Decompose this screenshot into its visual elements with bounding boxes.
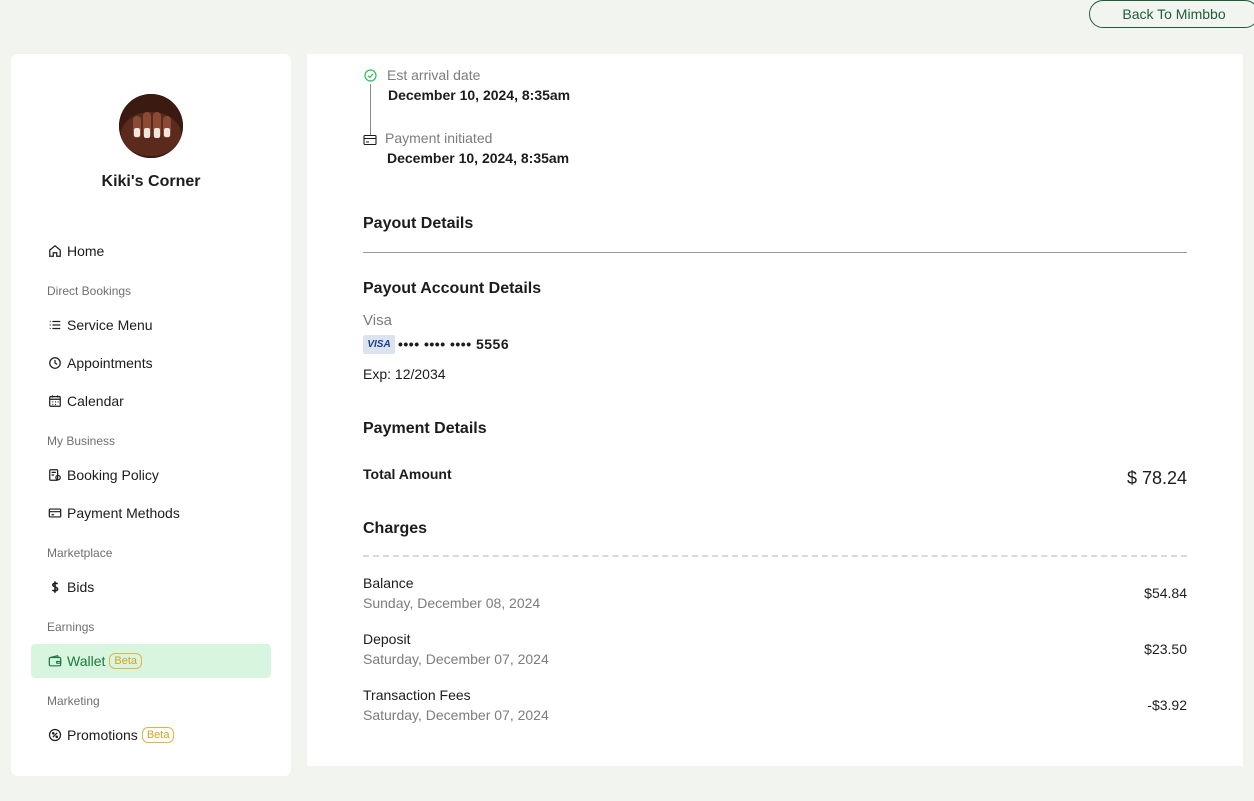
back-to-mimbbo-button[interactable]: Back To Mimbbo [1089, 0, 1254, 28]
sidebar-item-label: Booking Policy [67, 467, 159, 483]
payment-details-title: Payment Details [363, 420, 487, 437]
sidebar-item-appointments[interactable]: Appointments [47, 352, 153, 374]
timeline-connector [370, 84, 371, 136]
charge-amount: $54.84 [1144, 585, 1187, 601]
payout-details-title: Payout Details [363, 215, 474, 232]
charge-date: Sunday, December 08, 2024 [363, 595, 541, 611]
calendar-icon [47, 393, 63, 409]
wallet-icon [47, 653, 63, 669]
payout-detail-panel: Est arrival date December 10, 2024, 8:35… [307, 54, 1243, 766]
charge-name: Transaction Fees [363, 687, 471, 703]
charge-name: Balance [363, 575, 414, 591]
charge-amount: $23.50 [1144, 641, 1187, 657]
payment-initiated-value: December 10, 2024, 8:35am [387, 150, 570, 166]
total-amount-label: Total Amount [363, 466, 452, 482]
sidebar-item-home[interactable]: Home [47, 240, 104, 262]
business-name: Kiki's Corner [101, 173, 201, 190]
est-arrival-value: December 10, 2024, 8:35am [388, 87, 571, 103]
total-amount-value: $ 78.24 [1126, 468, 1187, 488]
beta-badge: Beta [109, 653, 143, 669]
section-direct-bookings: Direct Bookings [47, 284, 132, 298]
sidebar-item-booking-policy[interactable]: Booking Policy [47, 464, 159, 486]
payout-account-title: Payout Account Details [363, 280, 542, 297]
section-my-business: My Business [47, 434, 116, 448]
sidebar-item-label: Payment Methods [67, 505, 180, 521]
card-number: •••• •••• •••• 5556 [398, 336, 510, 352]
dollar-icon [47, 579, 63, 595]
sidebar-item-label: Calendar [67, 393, 124, 409]
sidebar-item-label: Service Menu [67, 317, 153, 333]
sidebar-item-label: Bids [67, 579, 95, 595]
list-icon [47, 317, 63, 333]
home-icon [47, 243, 63, 259]
charge-name: Deposit [363, 631, 411, 647]
card-expiry: Exp: 12/2034 [363, 366, 446, 382]
sidebar-item-promotions[interactable]: Promotions Beta [47, 724, 175, 746]
credit-card-icon [47, 505, 63, 521]
section-marketplace: Marketplace [47, 546, 113, 560]
sidebar-item-bids[interactable]: Bids [47, 576, 94, 598]
beta-badge: Beta [141, 727, 175, 743]
payment-initiated-label: Payment initiated [385, 130, 493, 146]
check-circle-icon [364, 69, 377, 82]
sidebar-item-service-menu[interactable]: Service Menu [47, 314, 153, 336]
est-arrival-label: Est arrival date [387, 67, 481, 83]
sidebar-item-payment-methods[interactable]: Payment Methods [47, 502, 180, 524]
divider [363, 252, 1187, 253]
sidebar-item-calendar[interactable]: Calendar [47, 390, 124, 412]
card-icon [363, 134, 377, 146]
section-marketing: Marketing [47, 694, 100, 708]
clock-icon [47, 355, 63, 371]
sidebar-item-label: Wallet [67, 653, 106, 669]
charges-title: Charges [363, 520, 428, 537]
sidebar-item-label: Promotions [67, 727, 138, 743]
card-brand: Visa [363, 312, 392, 329]
charge-amount: -$3.92 [1147, 697, 1187, 713]
discount-icon [47, 727, 63, 743]
avatar [119, 94, 183, 158]
visa-logo-icon: VISA [363, 335, 395, 354]
sidebar: Kiki's Corner Home Direct Bookings Servi… [11, 54, 291, 776]
charge-date: Saturday, December 07, 2024 [363, 651, 549, 667]
policy-icon [47, 467, 63, 483]
dashed-divider [363, 555, 1187, 557]
charge-date: Saturday, December 07, 2024 [363, 707, 549, 723]
sidebar-item-wallet[interactable]: Wallet Beta [47, 650, 143, 672]
sidebar-item-label: Appointments [67, 355, 153, 371]
section-earnings: Earnings [47, 620, 95, 634]
sidebar-item-label: Home [67, 243, 105, 259]
